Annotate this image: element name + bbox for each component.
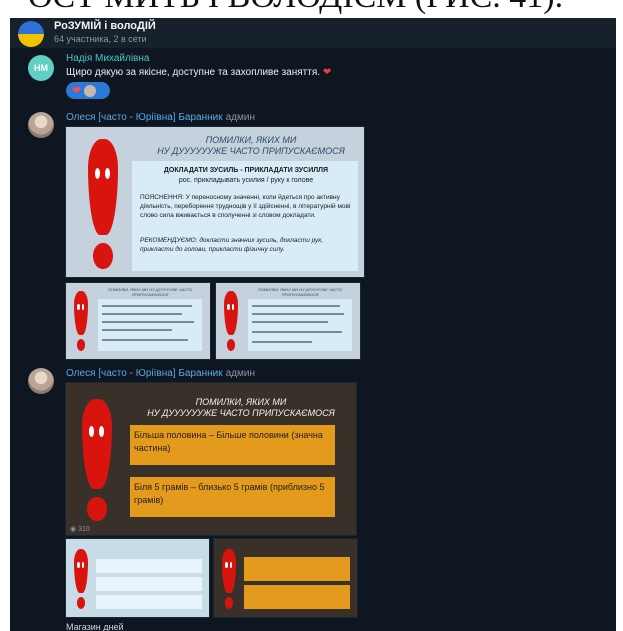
exclamation-mascot-icon xyxy=(74,549,88,609)
avatar[interactable] xyxy=(28,112,54,138)
avatar[interactable] xyxy=(28,368,54,394)
message-author[interactable]: Надія Михайлівна xyxy=(66,53,149,64)
heart-icon: ❤ xyxy=(72,84,82,97)
top-strip: ОЄТ МИТЬ І ВОЛОДІЄМ (РИС. 41). xyxy=(0,0,623,18)
thumbnail-orange-box xyxy=(244,557,350,581)
thumbnail-box xyxy=(98,299,202,351)
thumbnail-row xyxy=(96,595,202,609)
slide-heading: ДОКЛАДАТИ ЗУСИЛЬ - ПРИКЛАДАТИ ЗУСИЛЛЯ xyxy=(163,167,329,174)
message-author[interactable]: Олеся [часто - Юріївна] Баранник админ xyxy=(66,112,255,123)
channel-avatar[interactable] xyxy=(18,21,44,47)
chat-header[interactable]: РоЗУМІЙ і волоДІЙ 64 участника, 2 в сети xyxy=(10,18,616,48)
channel-title[interactable]: РоЗУМІЙ і волоДІЙ xyxy=(54,20,156,32)
thumbnail-banner: ПОМИЛКИ, ЯКИХ МИ НУ ДУУУУУЖЕ ЧАСТО ПРИПУ… xyxy=(257,287,343,297)
slide-content-box: ДОКЛАДАТИ ЗУСИЛЬ - ПРИКЛАДАТИ ЗУСИЛЛЯ ро… xyxy=(132,161,358,271)
exclamation-mascot-icon xyxy=(88,139,118,269)
exclamation-mascot-icon xyxy=(224,291,238,351)
admin-badge: админ xyxy=(225,368,255,379)
thumbnail-banner: ПОМИЛКИ, ЯКИХ МИ НУ ДУУУУУЖЕ ЧАСТО ПРИПУ… xyxy=(107,287,193,297)
slide-thumbnail[interactable] xyxy=(213,538,358,618)
exclamation-mascot-icon xyxy=(82,399,112,521)
slide-thumbnail[interactable]: ПОМИЛКИ, ЯКИХ МИ НУ ДУУУУУЖЕ ЧАСТО ПРИПУ… xyxy=(65,282,211,360)
heart-icon: ❤ xyxy=(322,67,332,78)
message-text: Щиро дякую за якісне, доступне та захопл… xyxy=(66,67,331,78)
top-strip-text: ОЄТ МИТЬ І ВОЛОДІЄМ (РИС. 41). xyxy=(28,0,563,16)
reactor-avatar xyxy=(84,84,97,97)
avatar[interactable]: НМ xyxy=(28,55,54,81)
thumbnail-orange-box xyxy=(244,585,350,609)
thumbnail-row xyxy=(96,559,202,573)
slide-banner: ПОМИЛКИ, ЯКИХ МИ НУ ДУУУУУУЖЕ ЧАСТО ПРИП… xyxy=(136,397,346,419)
slide-thumbnail[interactable] xyxy=(65,538,210,618)
view-count-value: 310 xyxy=(78,526,90,533)
slide-orange-box: Більша половина – Більше половини (значн… xyxy=(130,425,335,465)
footer-text: Магазин дней xyxy=(66,622,124,631)
reaction-badge[interactable]: ❤ xyxy=(66,82,110,99)
slide-banner: ПОМИЛКИ, ЯКИХ МИ НУ ДУУУУУУЖЕ ЧАСТО ПРИП… xyxy=(146,135,356,157)
slide-thumbnail[interactable]: ПОМИЛКИ, ЯКИХ МИ НУ ДУУУУУЖЕ ЧАСТО ПРИПУ… xyxy=(215,282,361,360)
view-count: ◉ 310 xyxy=(70,526,90,533)
slide-subheading: рос. прикладывать усилия / руку к голове xyxy=(178,177,314,184)
banner-line: ПОМИЛКИ, ЯКИХ МИ xyxy=(195,397,287,407)
slide-image[interactable]: ПОМИЛКИ, ЯКИХ МИ НУ ДУУУУУУЖЕ ЧАСТО ПРИП… xyxy=(65,126,365,278)
slide-recommendation: РЕКОМЕНДУЄМО: докласти значних зусиль, д… xyxy=(140,237,324,253)
banner-line: ПОМИЛКИ, ЯКИХ МИ xyxy=(205,135,297,145)
thumbnail-row xyxy=(96,577,202,591)
exclamation-mascot-icon xyxy=(74,291,88,351)
slide-explanation: ПОЯСНЕННЯ: У переносному значенні, коли … xyxy=(140,194,351,219)
chat-window: РоЗУМІЙ і волоДІЙ 64 участника, 2 в сети… xyxy=(10,18,616,631)
banner-line: НУ ДУУУУУУЖЕ ЧАСТО ПРИПУСКАЄМОСЯ xyxy=(157,146,345,156)
message-author[interactable]: Олеся [часто - Юріївна] Баранник админ xyxy=(66,368,255,379)
banner-line: НУ ДУУУУУУЖЕ ЧАСТО ПРИПУСКАЄМОСЯ xyxy=(147,408,335,418)
exclamation-mascot-icon xyxy=(222,549,236,609)
slide-orange-box: Біля 5 грамів – близько 5 грамів (прибли… xyxy=(130,477,335,517)
message-text-body: Щиро дякую за якісне, доступне та захопл… xyxy=(66,67,321,78)
author-name: Олеся [часто - Юріївна] Баранник xyxy=(66,368,223,379)
slide-image[interactable]: ПОМИЛКИ, ЯКИХ МИ НУ ДУУУУУУЖЕ ЧАСТО ПРИП… xyxy=(65,382,357,536)
thumbnail-box xyxy=(248,299,352,351)
author-name: Олеся [часто - Юріївна] Баранник xyxy=(66,112,223,123)
admin-badge: админ xyxy=(225,112,255,123)
avatar-initials: НМ xyxy=(34,63,48,73)
channel-subtitle: 64 участника, 2 в сети xyxy=(54,34,147,44)
